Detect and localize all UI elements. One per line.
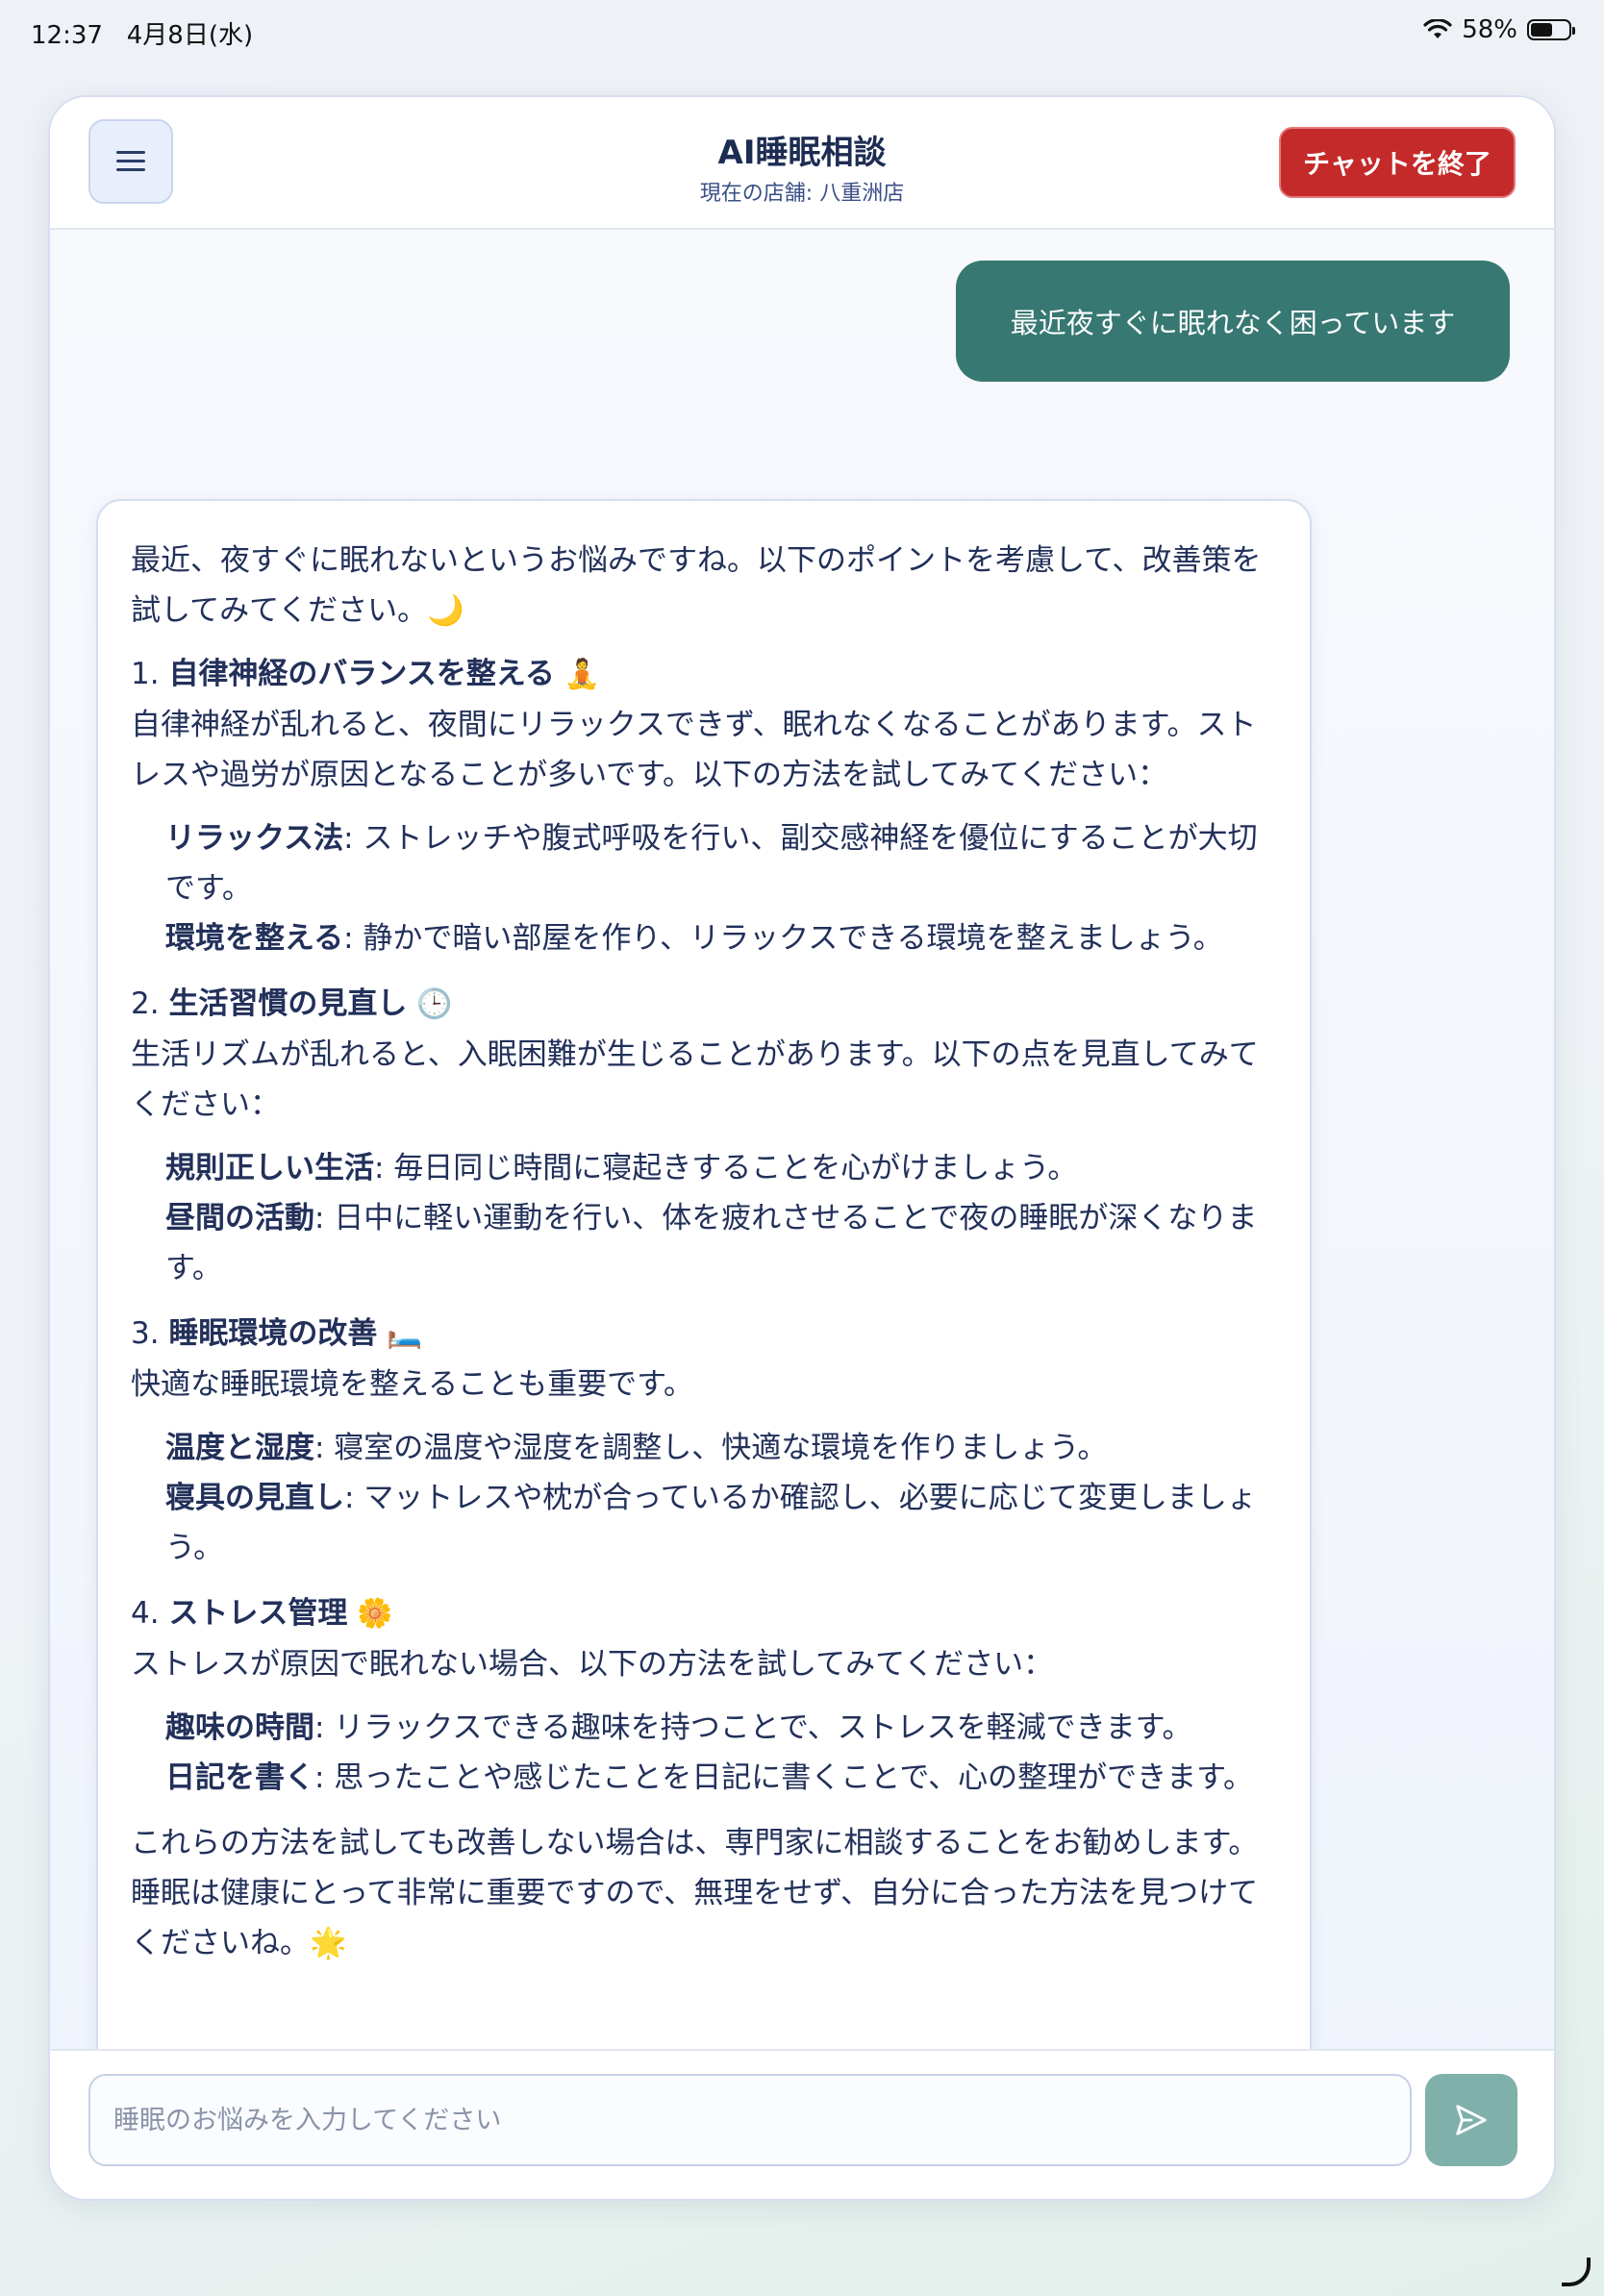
list-item: 日記を書く: 思ったことや感じたことを日記に書くことで、心の整理ができます。	[165, 1753, 1277, 1803]
battery-percent: 58%	[1462, 15, 1517, 44]
point-list: 規則正しい生活: 毎日同じ時間に寝起きすることを心がけましょう。 昼間の活動: …	[131, 1143, 1277, 1293]
clock-emoji-icon: 🕒	[416, 987, 453, 1021]
section-title: 3. 睡眠環境の改善 🛏️	[131, 1309, 1277, 1360]
meditation-emoji-icon: 🧘	[564, 658, 601, 691]
chat-header: AI睡眠相談 現在の店舗: 八重洲店 チャットを終了	[50, 97, 1554, 230]
list-item: 趣味の時間: リラックスできる趣味を持つことで、ストレスを軽減できます。	[165, 1703, 1277, 1753]
message-list[interactable]: 最近夜すぐに眠れなく困っています 最近、夜すぐに眠れないというお悩みですね。以下…	[50, 230, 1554, 2147]
send-icon	[1456, 2105, 1487, 2135]
status-time-date: 12:37 4月8日(水)	[31, 15, 253, 51]
point-label: 日記を書く	[165, 1760, 314, 1795]
section-number: 2.	[131, 986, 160, 1021]
message-composer	[50, 2049, 1554, 2199]
point-label: 温度と湿度	[165, 1431, 314, 1465]
ai-intro-text: 最近、夜すぐに眠れないというお悩みですね。以下のポイントを考慮して、改善策を試し…	[131, 543, 1262, 628]
section-number: 4.	[131, 1596, 160, 1631]
battery-level	[1531, 23, 1553, 37]
point-text: : 日中に軽い運動を行い、体を疲れさせることで夜の睡眠が深くなります。	[165, 1201, 1258, 1285]
message-input[interactable]	[88, 2074, 1412, 2166]
section-body: 自律神経が乱れると、夜間にリラックスできず、眠れなくなることがあります。ストレス…	[131, 708, 1257, 792]
ai-closing-text: これらの方法を試しても改善しない場合は、専門家に相談することをお勧めします。睡眠…	[131, 1826, 1259, 1960]
list-item: 寝具の見直し: マットレスや枕が合っているか確認し、必要に応じて変更しましょう。	[165, 1473, 1277, 1573]
point-list: リラックス法: ストレッチや腹式呼吸を行い、副交感神経を優位にすることが大切です…	[131, 813, 1277, 963]
point-text: : 毎日同じ時間に寝起きすることを心がけましょう。	[374, 1151, 1078, 1185]
chat-window: AI睡眠相談 現在の店舗: 八重洲店 チャットを終了 最近夜すぐに眠れなく困って…	[48, 95, 1556, 2201]
list-item: 環境を整える: 静かで暗い部屋を作り、リラックスできる環境を整えましょう。	[165, 913, 1277, 963]
screen-corner-indicator	[1562, 2258, 1591, 2286]
point-label: 寝具の見直し	[165, 1481, 344, 1515]
list-item: 規則正しい生活: 毎日同じ時間に寝起きすることを心がけましょう。	[165, 1143, 1277, 1193]
battery-icon	[1527, 19, 1575, 40]
list-item: 昼間の活動: 日中に軽い運動を行い、体を疲れさせることで夜の睡眠が深くなります。	[165, 1193, 1277, 1293]
status-bar: 12:37 4月8日(水) 58%	[0, 0, 1604, 62]
list-item: リラックス法: ストレッチや腹式呼吸を行い、副交感神経を優位にすることが大切です…	[165, 813, 1277, 913]
section-heading: ストレス管理	[168, 1596, 348, 1631]
status-time: 12:37	[31, 21, 103, 50]
user-message-bubble: 最近夜すぐに眠れなく困っています	[956, 261, 1510, 382]
bed-emoji-icon: 🛏️	[387, 1317, 423, 1351]
section-heading: 自律神経のバランスを整える	[168, 657, 555, 691]
point-label: 規則正しい生活	[165, 1151, 374, 1185]
point-label: 趣味の時間	[165, 1710, 314, 1745]
end-chat-button[interactable]: チャットを終了	[1279, 127, 1516, 198]
point-list: 温度と湿度: 寝室の温度や湿度を調整し、快適な環境を作りましょう。 寝具の見直し…	[131, 1423, 1277, 1573]
section-body: 生活リズムが乱れると、入眠困難が生じることがあります。以下の点を見直してみてくだ…	[131, 1037, 1259, 1122]
point-text: : 寝室の温度や湿度を調整し、快適な環境を作りましょう。	[314, 1431, 1108, 1465]
list-item: 温度と湿度: 寝室の温度や湿度を調整し、快適な環境を作りましょう。	[165, 1423, 1277, 1473]
section-title: 2. 生活習慣の見直し 🕒	[131, 979, 1277, 1030]
point-label: リラックス法	[165, 821, 344, 856]
point-label: 昼間の活動	[165, 1201, 314, 1235]
flower-emoji-icon: 🌼	[357, 1597, 393, 1631]
section-number: 3.	[131, 1316, 160, 1351]
section-heading: 生活習慣の見直し	[168, 986, 408, 1021]
point-list: 趣味の時間: リラックスできる趣味を持つことで、ストレスを軽減できます。 日記を…	[131, 1703, 1277, 1803]
ai-message-bubble: 最近、夜すぐに眠れないというお悩みですね。以下のポイントを考慮して、改善策を試し…	[96, 499, 1312, 2134]
section-number: 1.	[131, 657, 160, 691]
section-body: 快適な睡眠環境を整えることも重要です。	[131, 1367, 693, 1402]
status-date: 4月8日(水)	[126, 21, 254, 50]
section-title: 4. ストレス管理 🌼	[131, 1588, 1277, 1639]
status-indicators: 58%	[1423, 15, 1575, 44]
section-heading: 睡眠環境の改善	[168, 1316, 378, 1351]
section-title: 1. 自律神経のバランスを整える 🧘	[131, 649, 1277, 700]
wifi-icon	[1423, 19, 1452, 38]
point-text: : 思ったことや感じたことを日記に書くことで、心の整理ができます。	[314, 1760, 1254, 1795]
point-label: 環境を整える	[165, 921, 344, 956]
send-button[interactable]	[1425, 2074, 1517, 2166]
point-text: : リラックスできる趣味を持つことで、ストレスを軽減できます。	[314, 1710, 1192, 1745]
section-body: ストレスが原因で眠れない場合、以下の方法を試してみてください：	[131, 1647, 1054, 1682]
point-text: : 静かで暗い部屋を作り、リラックスできる環境を整えましょう。	[343, 921, 1223, 956]
